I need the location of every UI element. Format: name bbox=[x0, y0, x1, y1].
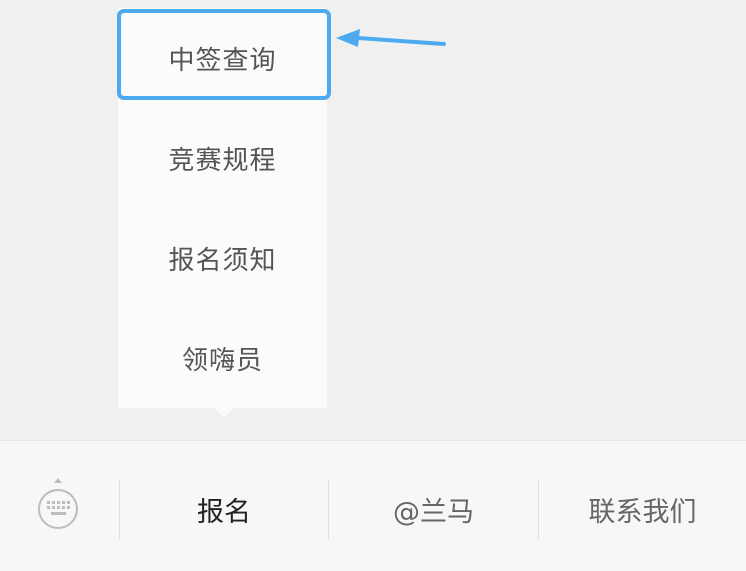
popup-caret bbox=[213, 407, 235, 418]
bottom-menu-bar: 报名 @兰马 联系我们 bbox=[0, 440, 746, 571]
bar-item-lanzhou-marathon[interactable]: @兰马 bbox=[329, 479, 538, 539]
bar-item-contact-us[interactable]: 联系我们 bbox=[539, 479, 746, 539]
menu-item-lottery-query[interactable]: 中签查询 bbox=[118, 8, 327, 108]
menu-item-lead-runner[interactable]: 领嗨员 bbox=[118, 308, 327, 408]
menu-item-competition-rules[interactable]: 竞赛规程 bbox=[118, 108, 327, 208]
menu-item-registration-notice[interactable]: 报名须知 bbox=[118, 208, 327, 308]
popup-menu: 中签查询 竞赛规程 报名须知 领嗨员 bbox=[118, 8, 327, 408]
arrow-left-icon bbox=[336, 29, 446, 47]
keyboard-icon[interactable] bbox=[30, 475, 86, 545]
bar-item-register[interactable]: 报名 bbox=[120, 479, 328, 539]
